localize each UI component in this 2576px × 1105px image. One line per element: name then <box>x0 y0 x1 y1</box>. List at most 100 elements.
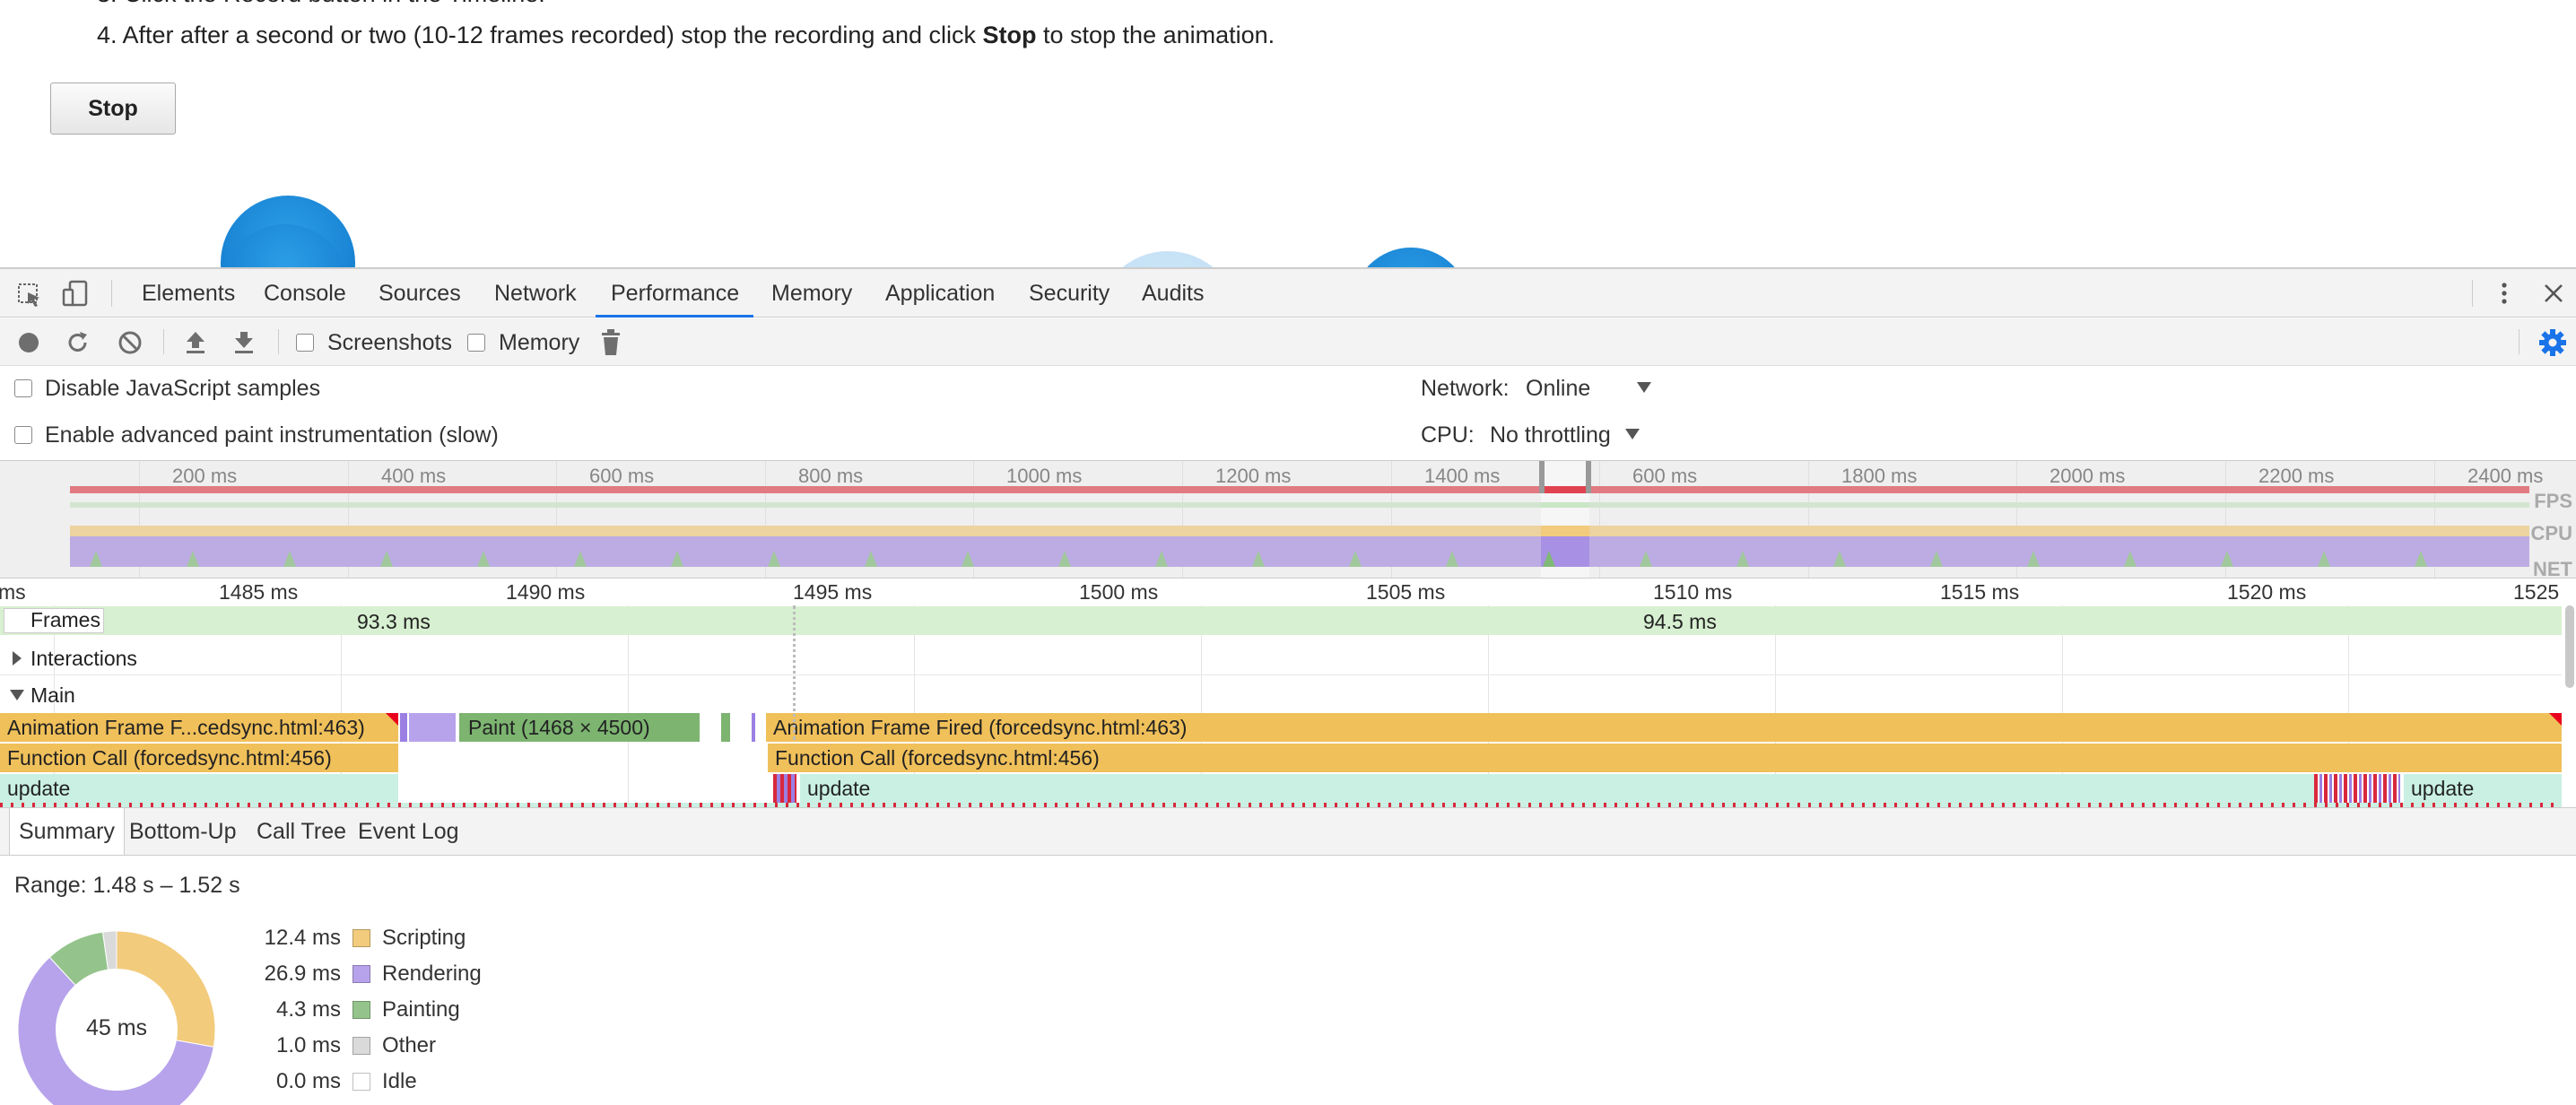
legend-value: 0.0 ms <box>275 1069 341 1093</box>
legend-name: Painting <box>382 997 460 1022</box>
legend-row-idle: 0.0 ms Idle <box>179 1069 538 1105</box>
capture-settings-gear-icon[interactable] <box>2538 328 2567 357</box>
memory-checkbox[interactable] <box>467 334 485 352</box>
more-options-icon[interactable] <box>2493 280 2515 307</box>
time-ruler-label: 1505 ms <box>1366 580 1446 604</box>
instruction-step-3: 3. Click the Record button in the Timeli… <box>97 0 545 8</box>
disable-js-samples-checkbox[interactable] <box>14 379 32 397</box>
animation-frame-fired-event[interactable]: Animation Frame F...cedsync.html:463) <box>0 713 398 742</box>
record-icon[interactable] <box>16 330 41 355</box>
animation-frame-fired-event[interactable]: Animation Frame Fired (forcedsync.html:4… <box>766 713 2562 742</box>
cpu-throttle-select[interactable]: No throttling <box>1490 422 1611 448</box>
timeline-overview[interactable]: 200 ms 400 ms 600 ms 800 ms 1000 ms 1200 ms 14… <box>0 460 2576 579</box>
time-ruler-label: 1525 <box>2513 580 2560 604</box>
screenshots-label: Screenshots <box>327 330 452 355</box>
overview-dim-right <box>1589 461 2576 578</box>
screenshots-checkbox[interactable] <box>296 334 314 352</box>
update-event[interactable]: update <box>0 774 398 803</box>
update-event[interactable]: update <box>800 774 2314 803</box>
frame-duration: 94.5 ms <box>1643 610 1717 633</box>
recalc-style-event[interactable] <box>409 713 456 742</box>
time-ruler-label: 1495 ms <box>793 580 873 604</box>
tab-sources[interactable]: Sources <box>379 269 461 318</box>
time-ruler-label: 1485 ms <box>219 580 299 604</box>
devtools-tab-bar: Elements Console Sources Network Perform… <box>0 269 2576 318</box>
legend-value: 4.3 ms <box>275 997 341 1022</box>
tab-console[interactable]: Console <box>264 269 346 318</box>
summary-pane: Range: 1.48 s – 1.52 s 45 ms 12.4 ms Scri… <box>0 857 2576 1105</box>
animated-ball <box>1096 251 1240 267</box>
fps-label: FPS <box>2534 490 2572 512</box>
frames-track-label: Frames <box>30 608 100 631</box>
tab-application[interactable]: Application <box>885 269 995 318</box>
toolbar-separator <box>278 329 279 354</box>
flame-chart[interactable]: ms 1485 ms 1490 ms 1495 ms 1500 ms 1505 ms 151… <box>0 579 2576 807</box>
trash-icon[interactable] <box>599 328 622 357</box>
web-page-viewport: 3. Click the Record button in the Timeli… <box>0 0 2576 267</box>
step4-suffix: to stop the animation. <box>1036 22 1275 48</box>
load-profile-icon[interactable] <box>183 329 208 356</box>
save-profile-icon[interactable] <box>231 329 257 356</box>
tab-call-tree[interactable]: Call Tree <box>257 808 346 855</box>
track-divider <box>0 674 2562 675</box>
interactions-track-label[interactable]: Interactions <box>30 647 137 671</box>
time-ruler-label: 1520 ms <box>2227 580 2307 604</box>
legend-swatch <box>352 965 370 983</box>
legend-swatch <box>352 1073 370 1091</box>
animated-ball <box>1353 248 1469 267</box>
time-ruler-label: ms <box>0 580 26 604</box>
legend-name: Scripting <box>382 926 466 950</box>
paint-event[interactable]: Paint (1468 × 4500) <box>459 713 700 742</box>
tab-audits[interactable]: Audits <box>1142 269 1204 318</box>
tab-separator <box>111 280 112 307</box>
overview-dim-left <box>0 461 1541 578</box>
network-throttle-select[interactable]: Online <box>1526 376 1590 402</box>
capture-settings-pane: Disable JavaScript samples Enable advanc… <box>0 367 2576 460</box>
legend-name: Rendering <box>382 961 482 986</box>
tab-performance[interactable]: Performance <box>611 269 739 318</box>
function-call-event[interactable]: Function Call (forcedsync.html:456) <box>0 744 398 772</box>
update-event[interactable]: update <box>2404 774 2562 803</box>
time-ruler-label: 1500 ms <box>1079 580 1159 604</box>
flame-scrollbar-thumb[interactable] <box>2565 605 2574 688</box>
dropdown-arrow-icon[interactable] <box>1636 381 1652 394</box>
tab-network[interactable]: Network <box>494 269 577 318</box>
instruction-step-4: 4. After after a second or two (10-12 fr… <box>97 22 1275 49</box>
stop-button[interactable]: Stop <box>50 83 176 135</box>
inspect-element-icon[interactable] <box>16 282 43 309</box>
layout-event[interactable] <box>400 713 407 742</box>
tab-memory[interactable]: Memory <box>771 269 852 318</box>
time-ruler-label: 1510 ms <box>1653 580 1733 604</box>
paint-event-small[interactable] <box>721 713 730 742</box>
dropdown-arrow-icon[interactable] <box>1624 428 1640 440</box>
range-text: Range: 1.48 s – 1.52 s <box>14 873 240 898</box>
selection-handle-right[interactable] <box>1586 461 1591 493</box>
tab-security[interactable]: Security <box>1029 269 1110 318</box>
reload-record-icon[interactable] <box>65 329 91 356</box>
frame-boundary-dashed <box>793 605 796 740</box>
selection-handle-left[interactable] <box>1539 461 1545 493</box>
tab-elements[interactable]: Elements <box>142 269 235 318</box>
collapse-arrow-icon[interactable] <box>9 689 25 701</box>
legend-swatch <box>352 1001 370 1019</box>
tab-summary[interactable]: Summary <box>9 808 125 855</box>
memory-label: Memory <box>499 330 580 355</box>
net-label: NET <box>2533 558 2572 579</box>
advanced-paint-checkbox[interactable] <box>14 426 32 444</box>
layout-event-small[interactable] <box>752 713 755 742</box>
tab-bottom-up[interactable]: Bottom-Up <box>129 808 236 855</box>
close-icon[interactable] <box>2542 282 2565 305</box>
disable-js-samples-label: Disable JavaScript samples <box>45 376 321 401</box>
function-call-event[interactable]: Function Call (forcedsync.html:456) <box>768 744 2562 772</box>
devtools-panel: Elements Console Sources Network Perform… <box>0 267 2576 1105</box>
legend-swatch <box>352 929 370 947</box>
legend-value: 1.0 ms <box>275 1033 341 1057</box>
legend-row-other: 1.0 ms Other <box>179 1033 538 1069</box>
tab-event-log[interactable]: Event Log <box>358 808 459 855</box>
clear-icon[interactable] <box>117 329 144 356</box>
legend-swatch <box>352 1037 370 1055</box>
device-toolbar-icon[interactable] <box>61 280 90 309</box>
main-track-label[interactable]: Main <box>30 683 75 708</box>
expand-arrow-icon[interactable] <box>11 650 23 666</box>
performance-toolbar: Screenshots Memory <box>0 318 2576 366</box>
